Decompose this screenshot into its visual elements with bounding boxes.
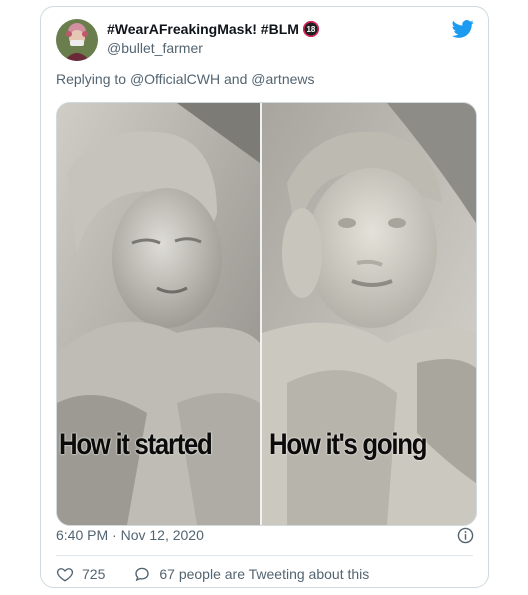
tweet-image[interactable]: How it started How it's going bbox=[56, 102, 477, 526]
tweet-date: Nov 12, 2020 bbox=[120, 527, 204, 543]
engagement-bar: 725 67 people are Tweeting about this bbox=[56, 565, 369, 583]
timestamp[interactable]: 6:40 PM · Nov 12, 2020 bbox=[56, 527, 204, 543]
tweet-time: 6:40 PM bbox=[56, 527, 109, 543]
twitter-bird-icon[interactable] bbox=[452, 18, 474, 40]
info-icon[interactable] bbox=[457, 527, 474, 544]
discussion-text: 67 people are Tweeting about this bbox=[159, 566, 370, 582]
divider bbox=[56, 555, 473, 556]
image-caption-left: How it started bbox=[59, 428, 213, 461]
user-handle[interactable]: @bullet_farmer bbox=[107, 40, 203, 56]
reply-mention-2[interactable]: @artnews bbox=[251, 71, 314, 87]
author-row: #WearAFreakingMask! #BLM 18 bbox=[107, 21, 319, 37]
like-button[interactable]: 725 bbox=[56, 565, 105, 583]
image-caption-right: How it's going bbox=[269, 428, 427, 461]
tweet-card: #WearAFreakingMask! #BLM 18 @bullet_farm… bbox=[40, 6, 489, 588]
reply-mention-1[interactable]: @OfficialCWH bbox=[130, 71, 220, 87]
reply-and: and bbox=[224, 71, 248, 87]
like-count: 725 bbox=[82, 566, 106, 582]
display-name[interactable]: #WearAFreakingMask! #BLM bbox=[107, 21, 299, 37]
heart-icon bbox=[56, 568, 74, 582]
age-badge-icon: 18 bbox=[302, 21, 319, 37]
separator: · bbox=[112, 527, 117, 543]
reply-prefix: Replying to bbox=[56, 71, 127, 87]
speech-bubble-icon bbox=[135, 567, 150, 582]
discussion-link[interactable]: 67 people are Tweeting about this bbox=[133, 565, 369, 583]
avatar[interactable] bbox=[56, 19, 98, 61]
reply-context: Replying to @OfficialCWH and @artnews bbox=[56, 71, 315, 87]
